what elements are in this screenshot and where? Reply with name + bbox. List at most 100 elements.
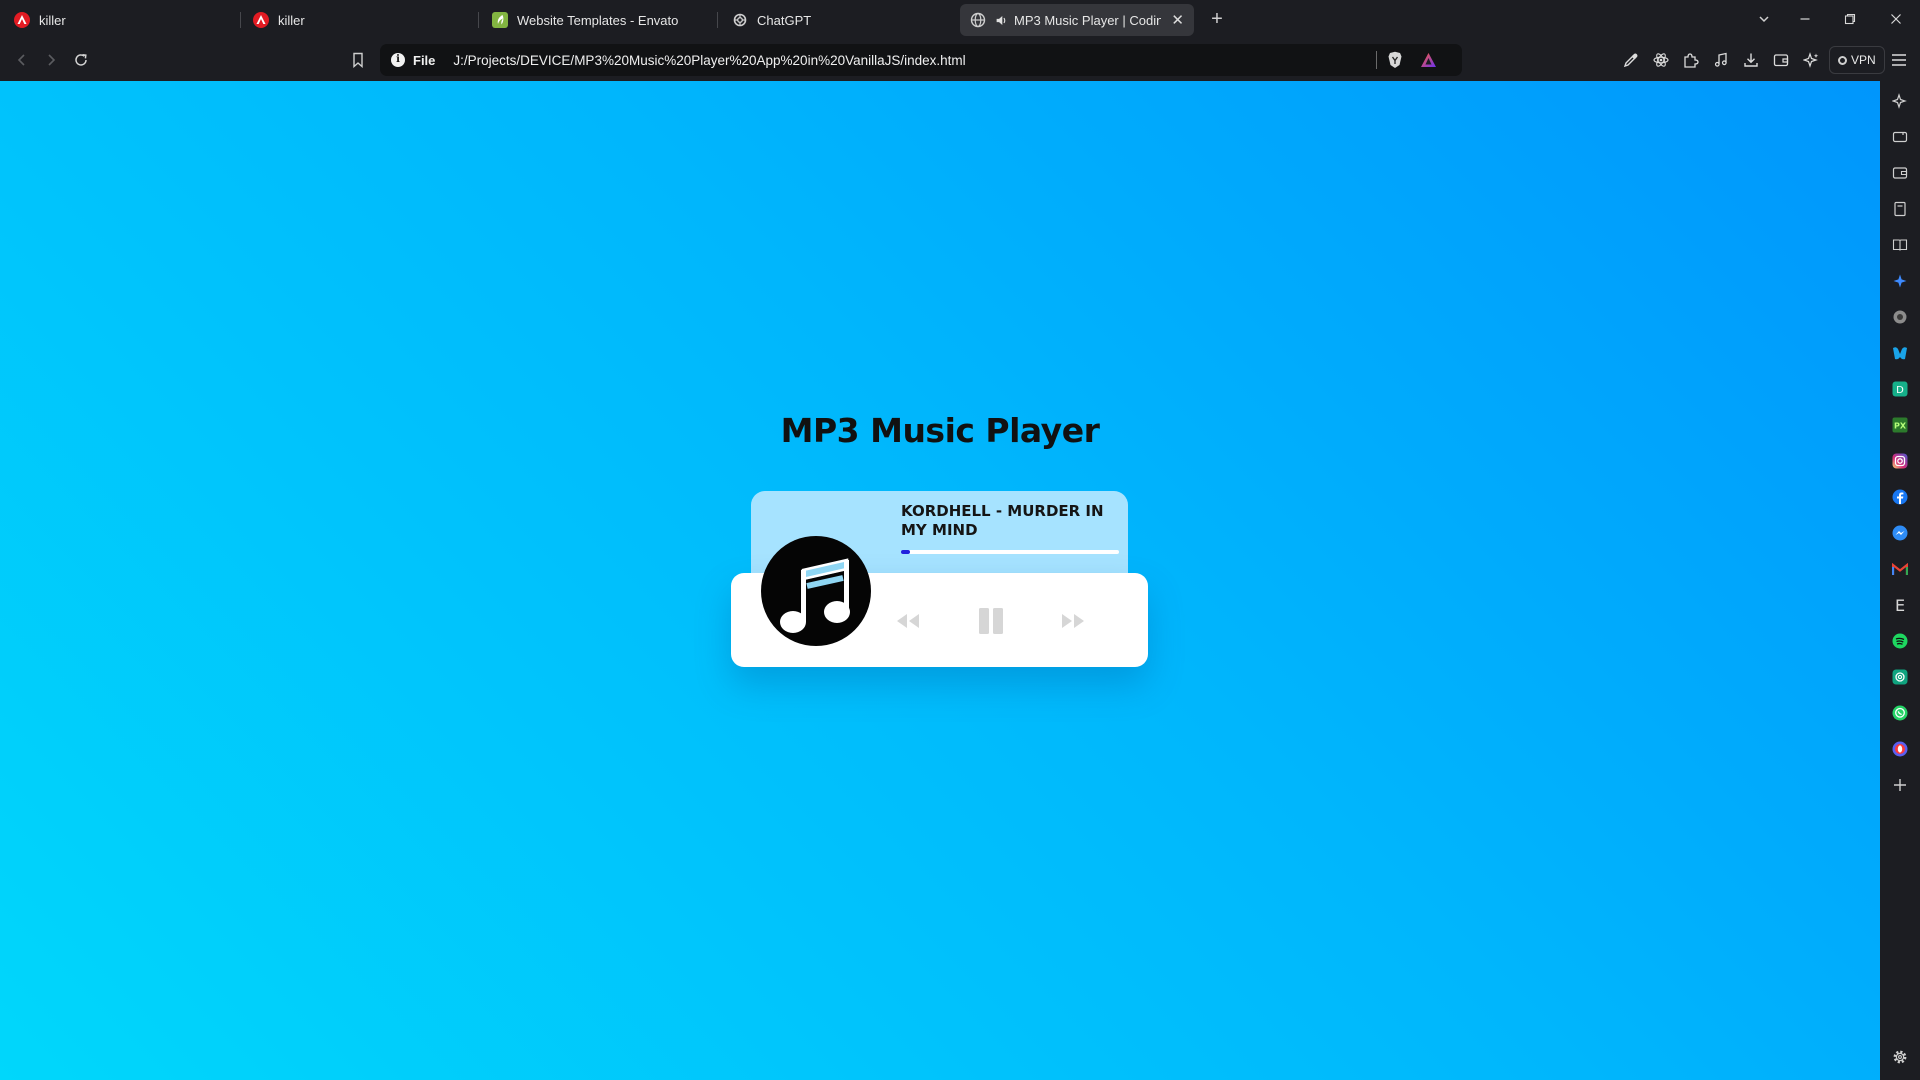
wallet-icon [1773, 54, 1789, 67]
tab-close-icon[interactable]: ✕ [1171, 11, 1184, 29]
progress-fill [901, 550, 910, 554]
pause-button[interactable] [971, 601, 1011, 641]
page-viewport: MP3 Music Player KORDHELL - MURDER IN MY… [0, 81, 1880, 1080]
reading-list-icon[interactable] [1890, 235, 1910, 255]
video-icon[interactable] [1890, 127, 1910, 147]
sparkle-star-icon [1802, 51, 1818, 68]
browser-toolbar: i File J:/Projects/DEVICE/MP3%20Music%20… [0, 40, 1920, 81]
leo-ai-button[interactable] [1800, 49, 1822, 71]
close-window-button[interactable] [1884, 8, 1908, 32]
malwarebytes-icon[interactable] [1890, 343, 1910, 363]
rewind-icon [897, 614, 919, 628]
puzzle-icon [1684, 53, 1699, 68]
main-menu-button[interactable] [1888, 49, 1910, 71]
minimize-button[interactable] [1793, 8, 1817, 32]
reload-button[interactable] [70, 49, 92, 71]
wallet-button[interactable] [1770, 49, 1792, 71]
tab-title: MP3 Music Player | Coding U [1014, 12, 1162, 28]
hamburger-menu-icon [1892, 54, 1906, 66]
vpn-label: VPN [1851, 53, 1876, 67]
music-note-icon [1714, 52, 1727, 67]
brave-shields-button[interactable] [1387, 51, 1403, 74]
media-button[interactable] [1710, 49, 1732, 71]
chatgpt-icon[interactable] [1890, 667, 1910, 687]
whatsapp-icon[interactable] [1890, 703, 1910, 723]
eyedropper-icon [1623, 53, 1638, 68]
globe-icon [970, 12, 986, 28]
music-notes-icon [780, 558, 850, 633]
page-title: MP3 Music Player [780, 411, 1100, 450]
extensions-button[interactable] [1680, 49, 1702, 71]
tab-title: killer [39, 12, 66, 28]
url-text[interactable]: J:/Projects/DEVICE/MP3%20Music%20Player%… [453, 53, 965, 68]
tab-title: killer [278, 12, 305, 28]
download-icon [1744, 53, 1758, 67]
chatgpt-icon [733, 13, 747, 27]
downloads-button[interactable] [1740, 49, 1762, 71]
restore-button[interactable] [1838, 8, 1862, 32]
svg-text:D: D [1896, 385, 1904, 396]
new-tab-button[interactable]: + [1205, 8, 1229, 32]
ai-sparkle-icon[interactable] [1890, 271, 1910, 291]
messenger-icon[interactable] [1890, 523, 1910, 543]
adobe-icon [14, 12, 30, 28]
pause-icon [979, 608, 1003, 634]
player-controls-card [731, 536, 1148, 667]
envato-e-icon[interactable]: E [1890, 595, 1910, 615]
gmail-icon[interactable] [1890, 559, 1910, 579]
url-scheme: File [413, 52, 436, 68]
tab-envato[interactable]: Website Templates - Envato [492, 4, 712, 36]
bookmarks-icon[interactable] [1890, 199, 1910, 219]
previous-button[interactable] [888, 601, 928, 641]
tab-title: Website Templates - Envato [517, 12, 679, 28]
vpn-status-icon [1838, 55, 1847, 65]
tab-mp3-player[interactable]: MP3 Music Player | Coding U ✕ [960, 4, 1194, 36]
add-icon[interactable] [1890, 775, 1910, 795]
pixlr-icon[interactable]: PX [1890, 415, 1910, 435]
arrow-right-icon [48, 54, 56, 66]
progress-bar[interactable] [901, 550, 1119, 554]
svg-text:PX: PX [1894, 422, 1907, 431]
tab-killer-2[interactable]: killer [253, 4, 473, 36]
instagram-icon[interactable] [1890, 451, 1910, 471]
vpn-button[interactable]: VPN [1829, 46, 1885, 74]
bookmark-button[interactable] [347, 49, 369, 71]
privacy-icon[interactable] [1890, 307, 1910, 327]
rewards-triangle-icon [1421, 53, 1436, 67]
bookmark-icon [353, 52, 363, 68]
reload-icon [75, 54, 87, 66]
extension-d-icon[interactable]: D [1890, 379, 1910, 399]
fast-forward-icon [1062, 614, 1084, 628]
forward-button[interactable] [40, 49, 62, 71]
arrow-left-icon [17, 54, 25, 66]
envato-icon [492, 12, 508, 28]
settings-gear-icon[interactable] [1890, 1047, 1910, 1067]
brave-lion-icon [1388, 51, 1402, 68]
opera-icon[interactable] [1890, 739, 1910, 759]
tab-chatgpt[interactable]: ChatGPT [732, 4, 952, 36]
site-info-icon[interactable]: i [391, 53, 405, 67]
song-title: KORDHELL - MURDER IN MY MIND [901, 502, 1104, 539]
back-button[interactable] [11, 49, 33, 71]
tab-title: ChatGPT [757, 12, 812, 28]
react-devtools-button[interactable] [1650, 49, 1672, 71]
browser-sidebar: D PX E [1880, 81, 1920, 1080]
tab-strip: killer killer Website Templates - Envato… [0, 0, 1920, 40]
brave-rewards-button[interactable] [1420, 52, 1437, 73]
color-picker-button[interactable] [1620, 49, 1642, 71]
spotify-icon[interactable] [1890, 631, 1910, 651]
address-bar[interactable]: i File J:/Projects/DEVICE/MP3%20Music%20… [380, 44, 1462, 76]
tab-killer-1[interactable]: killer [14, 4, 234, 36]
react-icon [1653, 53, 1669, 67]
speaker-icon[interactable] [995, 14, 1008, 27]
tab-list-chevron-icon[interactable] [1752, 8, 1776, 32]
adobe-icon [253, 12, 269, 28]
tab-separator [717, 12, 718, 28]
facebook-icon[interactable] [1890, 487, 1910, 507]
tab-separator [240, 12, 241, 28]
next-button[interactable] [1053, 601, 1093, 641]
url-divider [1376, 51, 1377, 69]
album-art [761, 536, 871, 646]
aria-icon[interactable] [1890, 91, 1910, 111]
wallet-icon[interactable] [1890, 163, 1910, 183]
